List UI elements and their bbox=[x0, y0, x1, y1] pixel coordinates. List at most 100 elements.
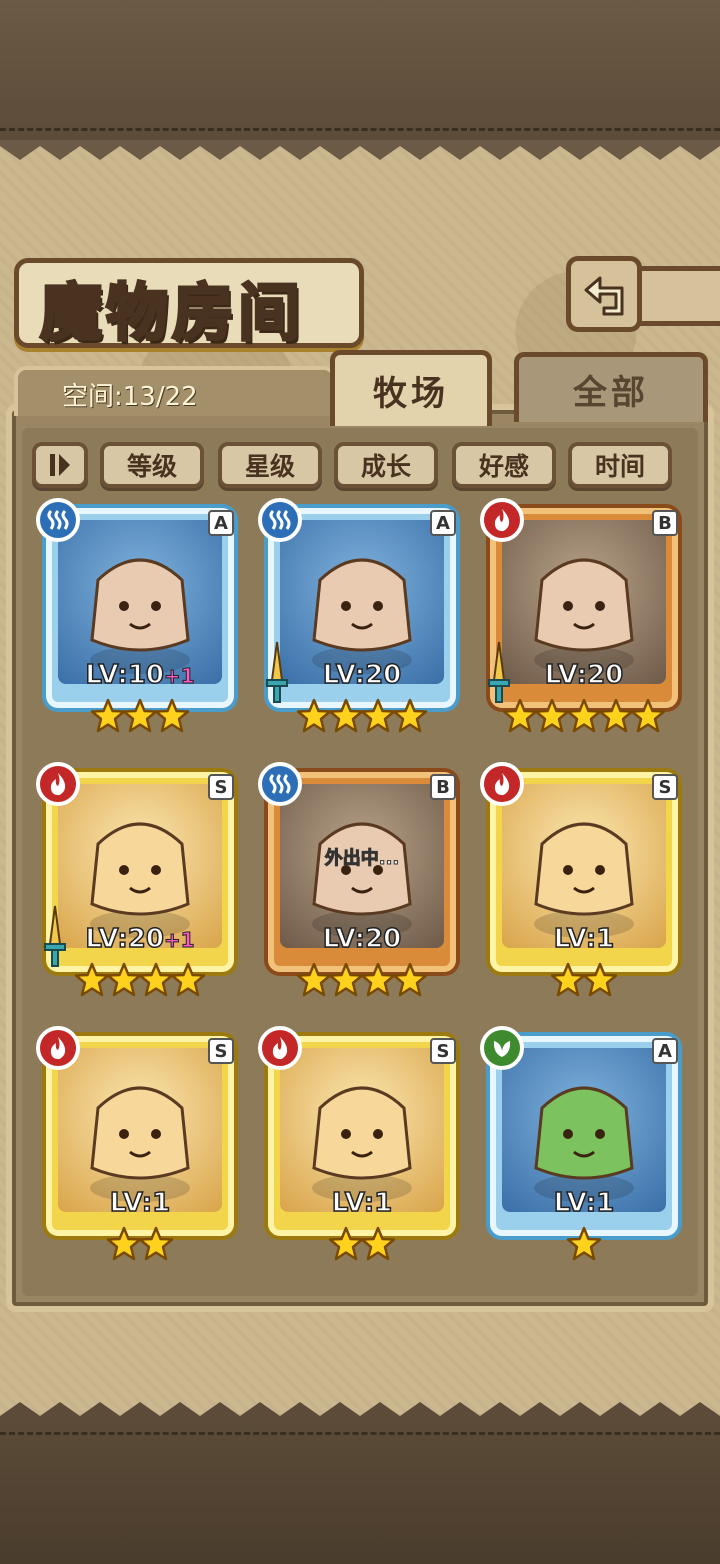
star-rating bbox=[262, 698, 462, 738]
monster-card[interactable]: S LV:1 bbox=[36, 1026, 240, 1266]
stitch-divider bbox=[0, 128, 720, 135]
monster-card[interactable]: A LV:10+1 bbox=[36, 498, 240, 738]
back-button-rail bbox=[640, 266, 720, 326]
level-value: LV:20 bbox=[322, 659, 402, 691]
star-icon bbox=[74, 962, 110, 997]
status-out-label: 外出中... bbox=[324, 848, 400, 870]
page-title: 魔物房间 bbox=[38, 275, 305, 351]
rank-badge: B bbox=[430, 774, 456, 800]
rank-badge: S bbox=[430, 1038, 456, 1064]
sort-toggle-button[interactable] bbox=[32, 442, 88, 488]
level-value: LV:1 bbox=[553, 923, 615, 955]
filter-affinity-button[interactable]: 好感 bbox=[452, 442, 556, 488]
tab-all[interactable]: 全部 bbox=[514, 352, 708, 422]
level-value: LV:20 bbox=[85, 923, 165, 955]
star-icon bbox=[360, 698, 396, 733]
star-icon bbox=[392, 962, 428, 997]
level-value: LV:1 bbox=[331, 1187, 393, 1219]
monster-card[interactable]: A LV:1 bbox=[480, 1026, 684, 1266]
filter-star-button[interactable]: 星级 bbox=[218, 442, 322, 488]
star-icon bbox=[534, 698, 570, 733]
monster-card[interactable]: S LV:1 bbox=[480, 762, 684, 1002]
level-value: LV:20 bbox=[322, 923, 402, 955]
filter-time-button[interactable]: 时间 bbox=[568, 442, 672, 488]
star-icon bbox=[328, 1226, 364, 1261]
star-icon bbox=[360, 1226, 396, 1261]
water-element-icon bbox=[258, 762, 302, 806]
star-icon bbox=[630, 698, 666, 733]
star-rating bbox=[484, 698, 684, 738]
level-label: LV:20 bbox=[262, 659, 462, 691]
star-icon bbox=[106, 1226, 142, 1261]
fire-element-icon bbox=[36, 762, 80, 806]
level-label: LV:1 bbox=[484, 923, 684, 955]
rank-badge: A bbox=[430, 510, 456, 536]
rank-badge: S bbox=[208, 1038, 234, 1064]
rank-badge: A bbox=[652, 1038, 678, 1064]
rank-badge: B bbox=[652, 510, 678, 536]
water-element-icon bbox=[36, 498, 80, 542]
star-icon bbox=[328, 698, 364, 733]
zigzag-border-bottom bbox=[0, 1402, 720, 1422]
star-icon bbox=[550, 962, 586, 997]
monster-card[interactable]: S LV:1 bbox=[258, 1026, 462, 1266]
star-icon bbox=[582, 962, 618, 997]
level-bonus: +1 bbox=[163, 928, 195, 953]
star-icon bbox=[392, 698, 428, 733]
level-label: LV:1 bbox=[484, 1187, 684, 1219]
level-label: LV:20+1 bbox=[40, 923, 240, 955]
star-icon bbox=[566, 1226, 602, 1261]
star-icon bbox=[502, 698, 538, 733]
star-icon bbox=[328, 962, 364, 997]
star-rating bbox=[484, 962, 684, 1002]
sort-toggle-icon bbox=[50, 454, 70, 476]
star-icon bbox=[154, 698, 190, 733]
stitch-divider bbox=[0, 1432, 720, 1439]
filter-growth-button[interactable]: 成长 bbox=[334, 442, 438, 488]
bottom-backdrop bbox=[0, 1420, 720, 1564]
star-rating bbox=[40, 1226, 240, 1266]
level-label: LV:20 bbox=[262, 923, 462, 955]
filter-level-button[interactable]: 等级 bbox=[100, 442, 204, 488]
fire-element-icon bbox=[480, 762, 524, 806]
space-capacity-label: 空间:13/22 bbox=[62, 382, 198, 412]
star-icon bbox=[106, 962, 142, 997]
star-rating bbox=[40, 962, 240, 1002]
back-button[interactable] bbox=[566, 256, 642, 332]
rank-badge: S bbox=[208, 774, 234, 800]
star-icon bbox=[170, 962, 206, 997]
rank-badge: S bbox=[652, 774, 678, 800]
star-rating bbox=[40, 698, 240, 738]
level-value: LV:20 bbox=[544, 659, 624, 691]
zigzag-border-top bbox=[0, 140, 720, 160]
level-label: LV:1 bbox=[262, 1187, 462, 1219]
star-icon bbox=[138, 962, 174, 997]
level-label: LV:1 bbox=[40, 1187, 240, 1219]
grass-element-icon bbox=[480, 1026, 524, 1070]
star-icon bbox=[90, 698, 126, 733]
return-arrow-icon bbox=[584, 276, 624, 316]
star-icon bbox=[122, 698, 158, 733]
level-bonus: +1 bbox=[163, 664, 195, 689]
star-icon bbox=[296, 698, 332, 733]
star-rating bbox=[262, 962, 462, 1002]
star-icon bbox=[360, 962, 396, 997]
monster-card[interactable]: B LV:20 bbox=[480, 498, 684, 738]
monster-card[interactable]: A LV:20 bbox=[258, 498, 462, 738]
star-icon bbox=[138, 1226, 174, 1261]
star-icon bbox=[296, 962, 332, 997]
star-rating bbox=[484, 1226, 684, 1266]
star-rating bbox=[262, 1226, 462, 1266]
monster-card[interactable]: B 外出中... LV:20 bbox=[258, 762, 462, 1002]
level-value: LV:1 bbox=[109, 1187, 171, 1219]
water-element-icon bbox=[258, 498, 302, 542]
top-backdrop bbox=[0, 0, 720, 140]
monster-card[interactable]: S LV:20+1 bbox=[36, 762, 240, 1002]
level-value: LV:10 bbox=[85, 659, 165, 691]
level-value: LV:1 bbox=[553, 1187, 615, 1219]
tab-ranch[interactable]: 牧场 bbox=[330, 350, 492, 426]
fire-element-icon bbox=[36, 1026, 80, 1070]
star-icon bbox=[566, 698, 602, 733]
star-icon bbox=[598, 698, 634, 733]
level-label: LV:10+1 bbox=[40, 659, 240, 691]
